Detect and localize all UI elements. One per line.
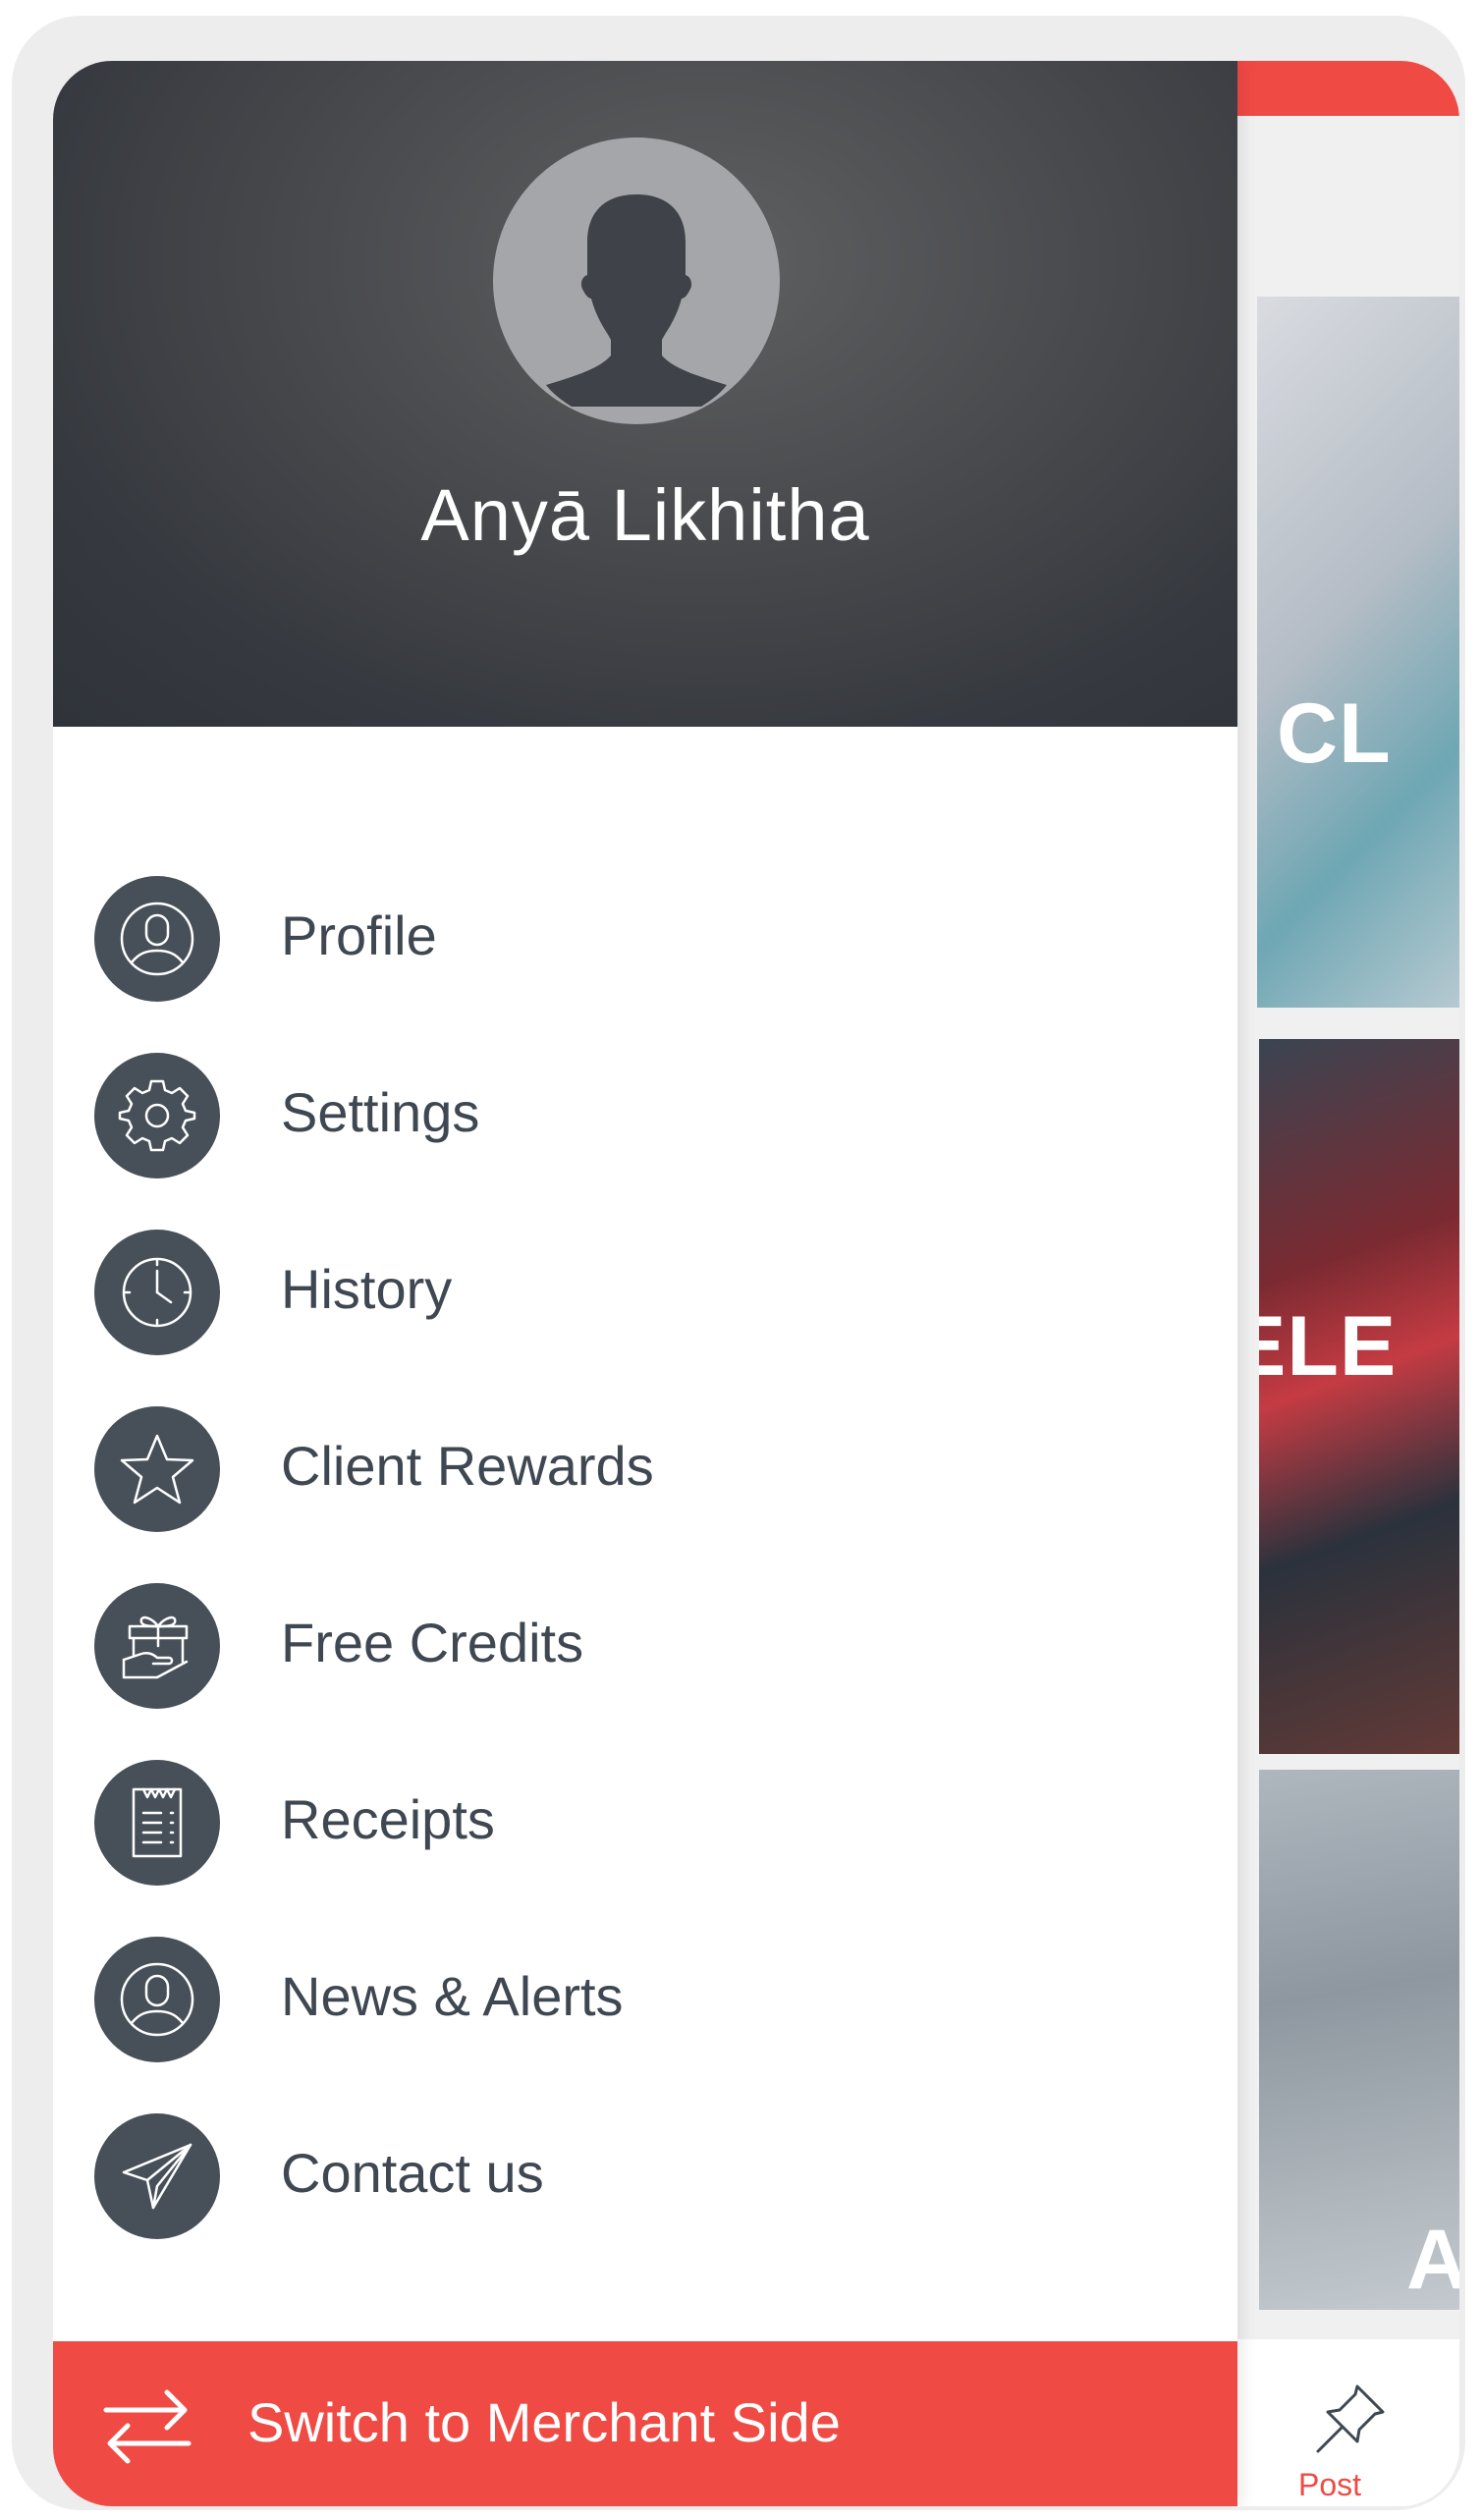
menu-item-label: Profile (281, 904, 437, 966)
profile-icon (94, 876, 220, 1002)
menu-item-label: News & Alerts (281, 1965, 624, 2027)
drawer-header: Anyā Likhitha (53, 61, 1237, 727)
user-silhouette-icon (546, 194, 727, 407)
menu-item-contact-us[interactable]: Contact us (53, 2104, 1237, 2251)
avatar[interactable] (493, 137, 780, 424)
user-name: Anyā Likhitha (420, 474, 870, 556)
app-screen: CL ELE A Post (53, 61, 1459, 2506)
gear-icon (94, 1053, 220, 1178)
tab-post[interactable]: Post (1232, 2339, 1459, 2506)
receipt-icon (94, 1760, 220, 1886)
menu-item-history[interactable]: History (53, 1220, 1237, 1367)
menu-item-receipts[interactable]: Receipts (53, 1750, 1237, 1897)
device-frame: CL ELE A Post (12, 16, 1465, 2510)
swap-arrows-icon (98, 2379, 196, 2482)
service-card[interactable]: CL (1257, 297, 1459, 1008)
gift-icon (94, 1583, 220, 1709)
menu-item-label: Settings (281, 1081, 480, 1143)
menu-item-label: History (281, 1258, 453, 1320)
menu-item-profile[interactable]: Profile (53, 866, 1237, 1013)
service-card[interactable]: ELE (1259, 1039, 1459, 1754)
profile-icon (94, 1937, 220, 2062)
tab-post-label: Post (1297, 2467, 1362, 2502)
clock-icon (94, 1230, 220, 1355)
service-card-title: CL (1277, 686, 1392, 781)
menu-item-settings[interactable]: Settings (53, 1043, 1237, 1190)
menu-item-label: Free Credits (281, 1612, 584, 1673)
menu-item-client-rewards[interactable]: Client Rewards (53, 1397, 1237, 1544)
service-card-title: ELE (1259, 1299, 1398, 1394)
menu-item-label: Client Rewards (281, 1435, 654, 1497)
service-card[interactable]: A (1259, 1770, 1459, 2310)
menu-item-free-credits[interactable]: Free Credits (53, 1573, 1237, 1721)
menu-item-label: Receipts (281, 1788, 495, 1850)
menu-item-label: Contact us (281, 2142, 544, 2204)
service-card-title: A (1406, 2213, 1459, 2307)
switch-to-merchant-button[interactable]: Switch to Merchant Side (53, 2341, 1237, 2506)
navigation-drawer: Anyā Likhitha Profile Settings History C… (53, 61, 1237, 2506)
menu-item-news-alerts[interactable]: News & Alerts (53, 1927, 1237, 2074)
switch-to-merchant-label: Switch to Merchant Side (247, 2391, 841, 2453)
pin-icon (1310, 2381, 1389, 2464)
star-icon (94, 1406, 220, 1532)
paper-plane-icon (94, 2113, 220, 2239)
